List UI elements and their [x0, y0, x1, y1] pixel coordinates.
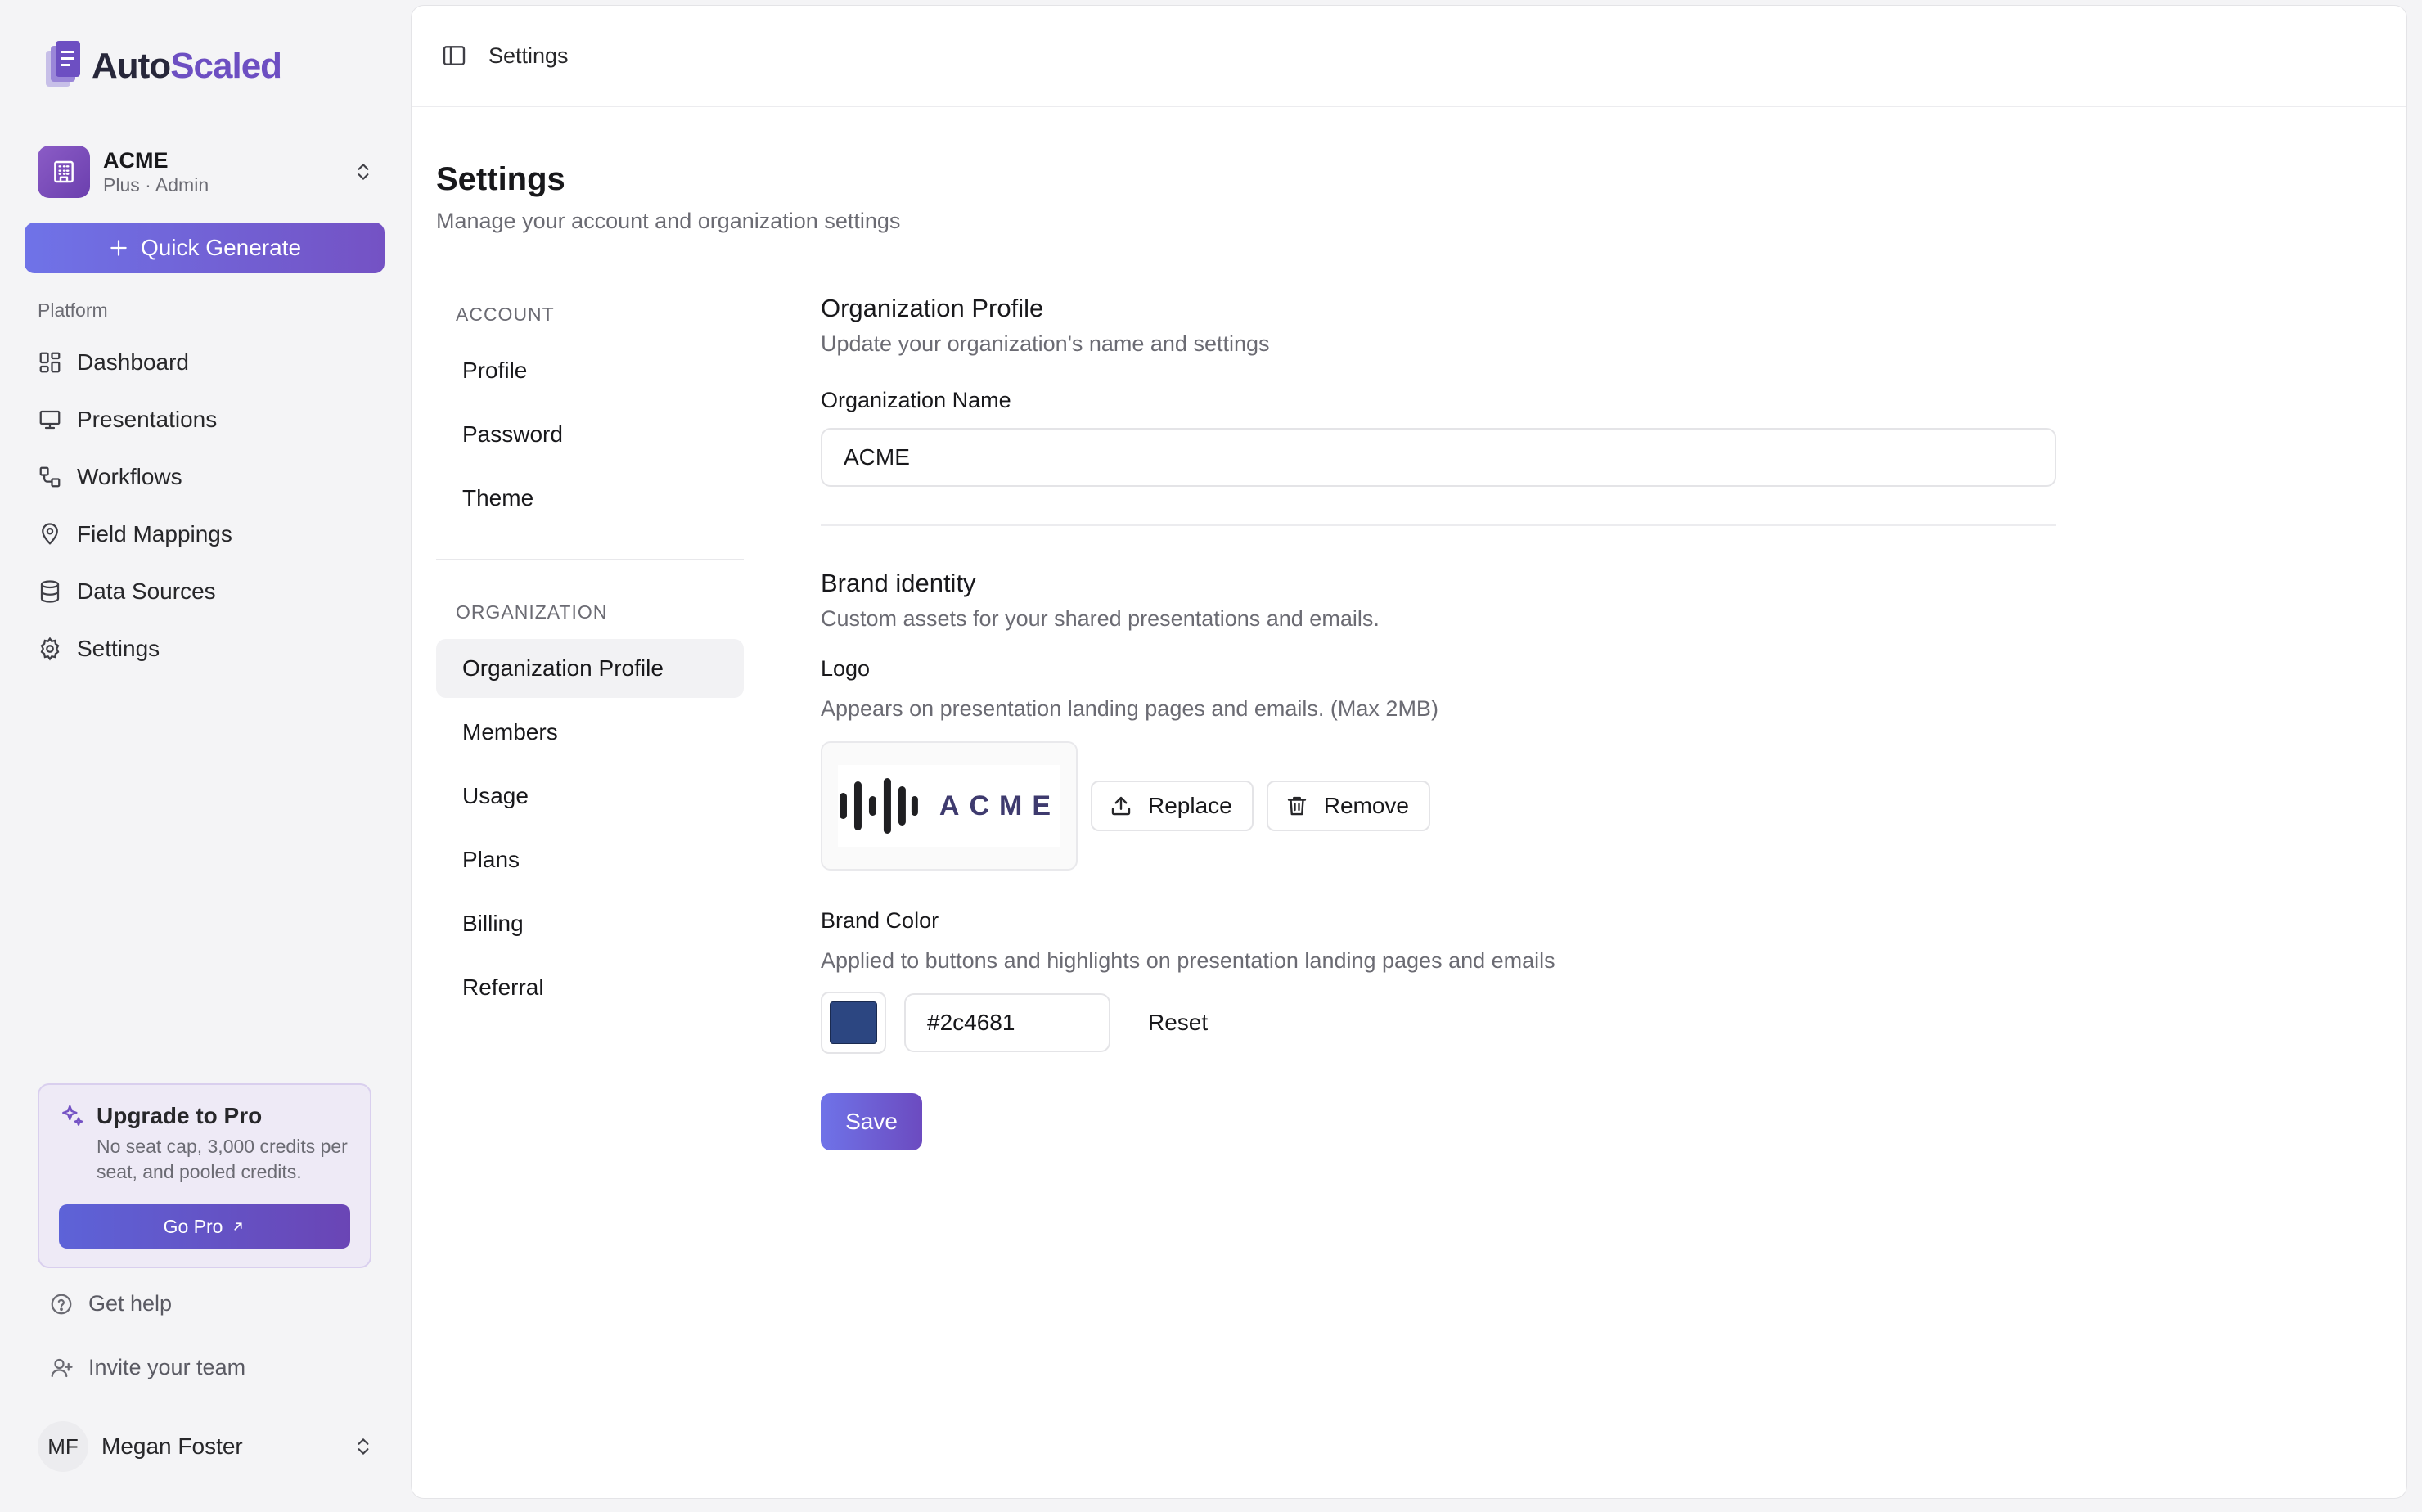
sidebar-item-label: Settings — [77, 636, 160, 661]
brand-color-description: Applied to buttons and highlights on pre… — [821, 948, 1555, 973]
user-menu[interactable]: MF Megan Foster — [38, 1420, 378, 1473]
plus-icon — [110, 240, 127, 256]
sidebar-item-label: Dashboard — [77, 349, 189, 375]
color-picker[interactable] — [821, 992, 886, 1054]
page-subtitle: Manage your account and organization set… — [436, 209, 901, 233]
account-section-title: ACCOUNT — [456, 303, 555, 325]
workflow-icon — [39, 466, 61, 488]
section-divider — [821, 524, 2056, 526]
invite-team-label: Invite your team — [88, 1355, 246, 1379]
org-name-input[interactable]: ACME — [821, 428, 2056, 487]
upload-icon — [1111, 796, 1131, 816]
brand-color-row: #2c4681 Reset — [821, 992, 2056, 1054]
sidebar-item-settings[interactable]: Settings — [25, 620, 385, 677]
sidebar-nav: Dashboard Presentations Workflows Field … — [25, 334, 385, 677]
user-name: Megan Foster — [101, 1433, 243, 1459]
user-plus-icon — [51, 1358, 73, 1377]
color-swatch — [830, 1001, 877, 1044]
get-help-link[interactable]: Get help — [49, 1291, 172, 1316]
gear-icon — [40, 637, 60, 661]
upgrade-title: Upgrade to Pro — [97, 1103, 263, 1128]
sidebar-item-presentations[interactable]: Presentations — [25, 391, 385, 448]
sidebar-toggle-icon[interactable] — [441, 43, 467, 69]
subnav-item-usage[interactable]: Usage — [436, 767, 744, 826]
brand-color-label: Brand Color — [821, 908, 939, 933]
sparkles-icon — [62, 1105, 83, 1126]
sidebar: AutoScaled ACME Plus · Admin Quick Gener… — [0, 0, 409, 1512]
sidebar-item-label: Data Sources — [77, 578, 216, 604]
upgrade-card: Upgrade to Pro No seat cap, 3,000 credit… — [38, 1083, 371, 1268]
building-icon — [38, 146, 90, 198]
dashboard-icon — [39, 352, 61, 373]
subnav-divider — [436, 559, 744, 560]
quick-generate-label: Quick Generate — [140, 235, 302, 260]
map-pin-icon — [42, 523, 58, 545]
logo-label: Logo — [821, 656, 871, 681]
sound-wave-icon — [839, 778, 918, 834]
replace-label: Replace — [1148, 793, 1232, 818]
subnav-item-organization-profile[interactable]: Organization Profile — [436, 639, 744, 698]
replace-logo-button[interactable]: Replace — [1091, 781, 1254, 831]
subnav-item-plans[interactable]: Plans — [436, 830, 744, 889]
brand-identity-title: Brand identity — [821, 569, 976, 597]
brand-identity-description: Custom assets for your shared presentati… — [821, 606, 1380, 631]
invite-team-link[interactable]: Invite your team — [49, 1355, 245, 1380]
avatar: MF — [38, 1421, 88, 1472]
subnav-item-billing[interactable]: Billing — [436, 894, 744, 953]
arrow-up-right-icon — [234, 1222, 243, 1231]
logo-row: ACME Replace Remove — [821, 741, 2056, 871]
subnav-item-theme[interactable]: Theme — [436, 469, 744, 528]
sidebar-item-label: Workflows — [77, 464, 182, 489]
org-name-label: Organization Name — [821, 388, 1011, 412]
subnav-item-members[interactable]: Members — [436, 703, 744, 762]
go-pro-button[interactable]: Go Pro — [59, 1204, 350, 1249]
nav-section-title: Platform — [38, 299, 108, 321]
subnav-item-referral[interactable]: Referral — [436, 958, 744, 1017]
page-title: Settings — [436, 161, 565, 197]
org-plan-role: Plus · Admin — [103, 174, 209, 196]
hex-color-input[interactable]: #2c4681 — [904, 993, 1110, 1052]
get-help-label: Get help — [88, 1291, 173, 1316]
help-circle-icon — [51, 1294, 72, 1314]
logo-wordmark: ACME — [939, 790, 1060, 821]
upgrade-description: No seat cap, 3,000 credits per seat, and… — [97, 1136, 348, 1182]
logo-text-scaled: Scaled — [170, 46, 282, 86]
remove-logo-button[interactable]: Remove — [1266, 781, 1430, 831]
logo-icon — [46, 41, 80, 87]
org-profile-content: Organization Profile Update your organiz… — [821, 294, 2056, 1150]
main-panel: Settings Settings Manage your account an… — [411, 5, 2407, 1499]
topbar: Settings — [412, 6, 2406, 107]
trash-icon — [1287, 796, 1306, 816]
sidebar-item-data-sources[interactable]: Data Sources — [25, 563, 385, 620]
subnav-item-password[interactable]: Password — [436, 405, 744, 464]
app-logo[interactable]: AutoScaled — [43, 39, 282, 93]
presentation-icon — [39, 410, 61, 430]
reset-color-button[interactable]: Reset — [1148, 1010, 1208, 1036]
go-pro-label: Go Pro — [163, 1215, 223, 1237]
org-name: ACME — [103, 148, 169, 173]
org-switcher[interactable]: ACME Plus · Admin — [38, 142, 378, 201]
settings-subnav: ACCOUNT Profile Password Theme ORGANIZAT… — [436, 292, 744, 1017]
save-button[interactable]: Save — [821, 1093, 922, 1150]
chevron-up-down-icon — [349, 157, 378, 187]
subnav-item-profile[interactable]: Profile — [436, 341, 744, 400]
sidebar-item-dashboard[interactable]: Dashboard — [25, 334, 385, 391]
remove-label: Remove — [1323, 793, 1409, 818]
logo-text-auto: Auto — [92, 46, 171, 86]
logo-preview: ACME — [821, 741, 1078, 871]
sidebar-item-label: Field Mappings — [77, 521, 232, 547]
org-profile-description: Update your organization's name and sett… — [821, 331, 1270, 356]
breadcrumb: Settings — [488, 43, 569, 68]
logo-description: Appears on presentation landing pages an… — [821, 696, 1438, 721]
chevron-up-down-icon — [349, 1432, 378, 1461]
org-profile-title: Organization Profile — [821, 294, 1044, 322]
sidebar-item-field-mappings[interactable]: Field Mappings — [25, 506, 385, 563]
database-icon — [40, 580, 60, 603]
acme-logo-image: ACME — [838, 765, 1060, 847]
sidebar-item-workflows[interactable]: Workflows — [25, 448, 385, 506]
sidebar-item-label: Presentations — [77, 407, 218, 432]
organization-section-title: ORGANIZATION — [456, 601, 608, 623]
quick-generate-button[interactable]: Quick Generate — [25, 223, 385, 273]
